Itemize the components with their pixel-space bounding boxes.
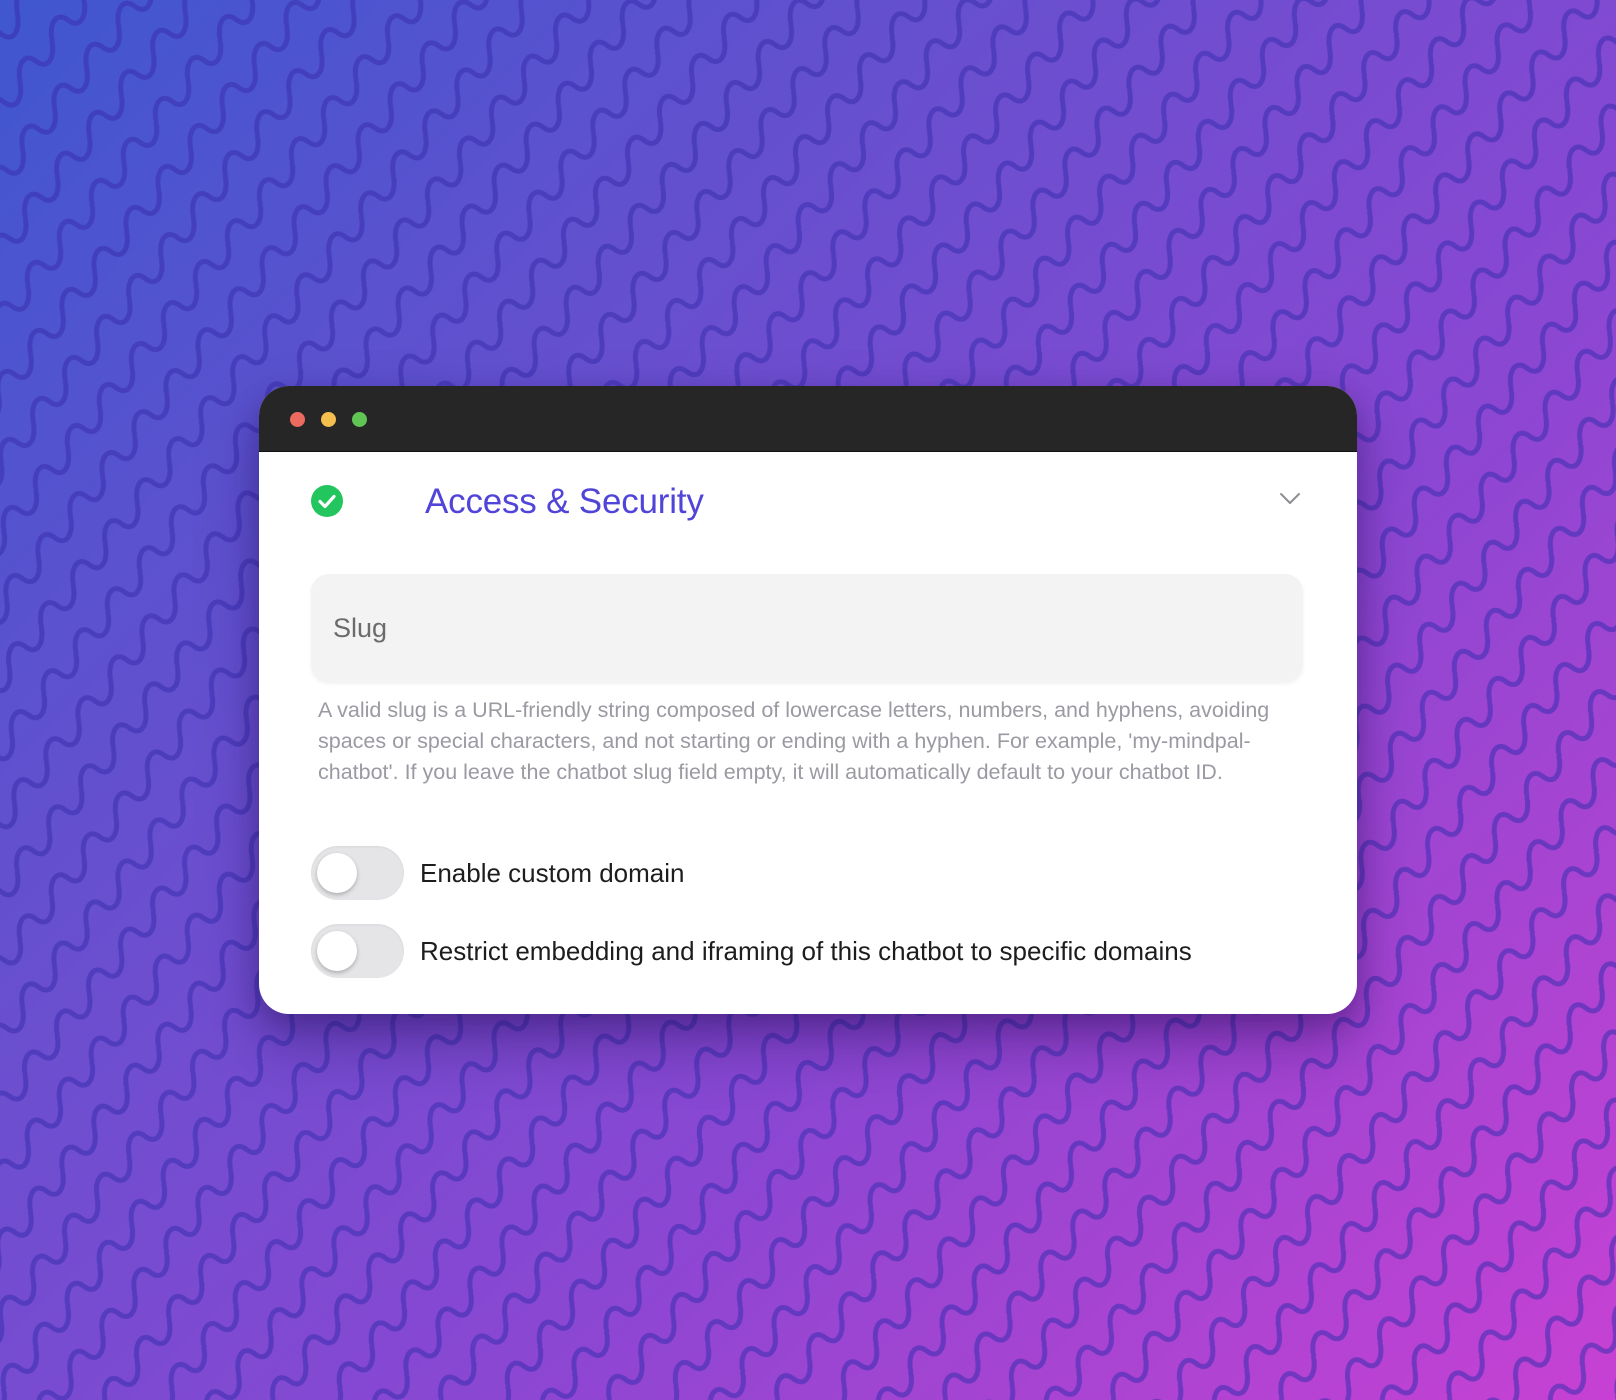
restrict-embedding-toggle-row: Restrict embedding and iframing of this … xyxy=(311,924,1192,978)
toggle-knob xyxy=(317,853,357,893)
window-titlebar xyxy=(259,386,1357,452)
restrict-embedding-toggle-label: Restrict embedding and iframing of this … xyxy=(420,935,1192,966)
section-header-access-security[interactable]: Access & Security xyxy=(311,484,1305,524)
check-circle-icon xyxy=(311,485,343,517)
custom-domain-toggle-label: Enable custom domain xyxy=(420,857,685,888)
app-window: Access & Security A valid slug is a URL-… xyxy=(259,386,1357,1014)
zoom-window-button[interactable] xyxy=(352,412,367,427)
chevron-down-icon[interactable] xyxy=(1279,492,1301,506)
restrict-embedding-toggle[interactable] xyxy=(311,924,404,978)
custom-domain-toggle[interactable] xyxy=(311,846,404,900)
slug-input[interactable] xyxy=(311,574,1303,682)
toggle-knob xyxy=(317,931,357,971)
section-title: Access & Security xyxy=(425,482,704,521)
slug-help-text: A valid slug is a URL-friendly string co… xyxy=(318,698,1270,784)
custom-domain-toggle-row: Enable custom domain xyxy=(311,846,684,900)
settings-panel: Access & Security A valid slug is a URL-… xyxy=(259,452,1357,1014)
close-window-button[interactable] xyxy=(290,412,305,427)
minimize-window-button[interactable] xyxy=(321,412,336,427)
